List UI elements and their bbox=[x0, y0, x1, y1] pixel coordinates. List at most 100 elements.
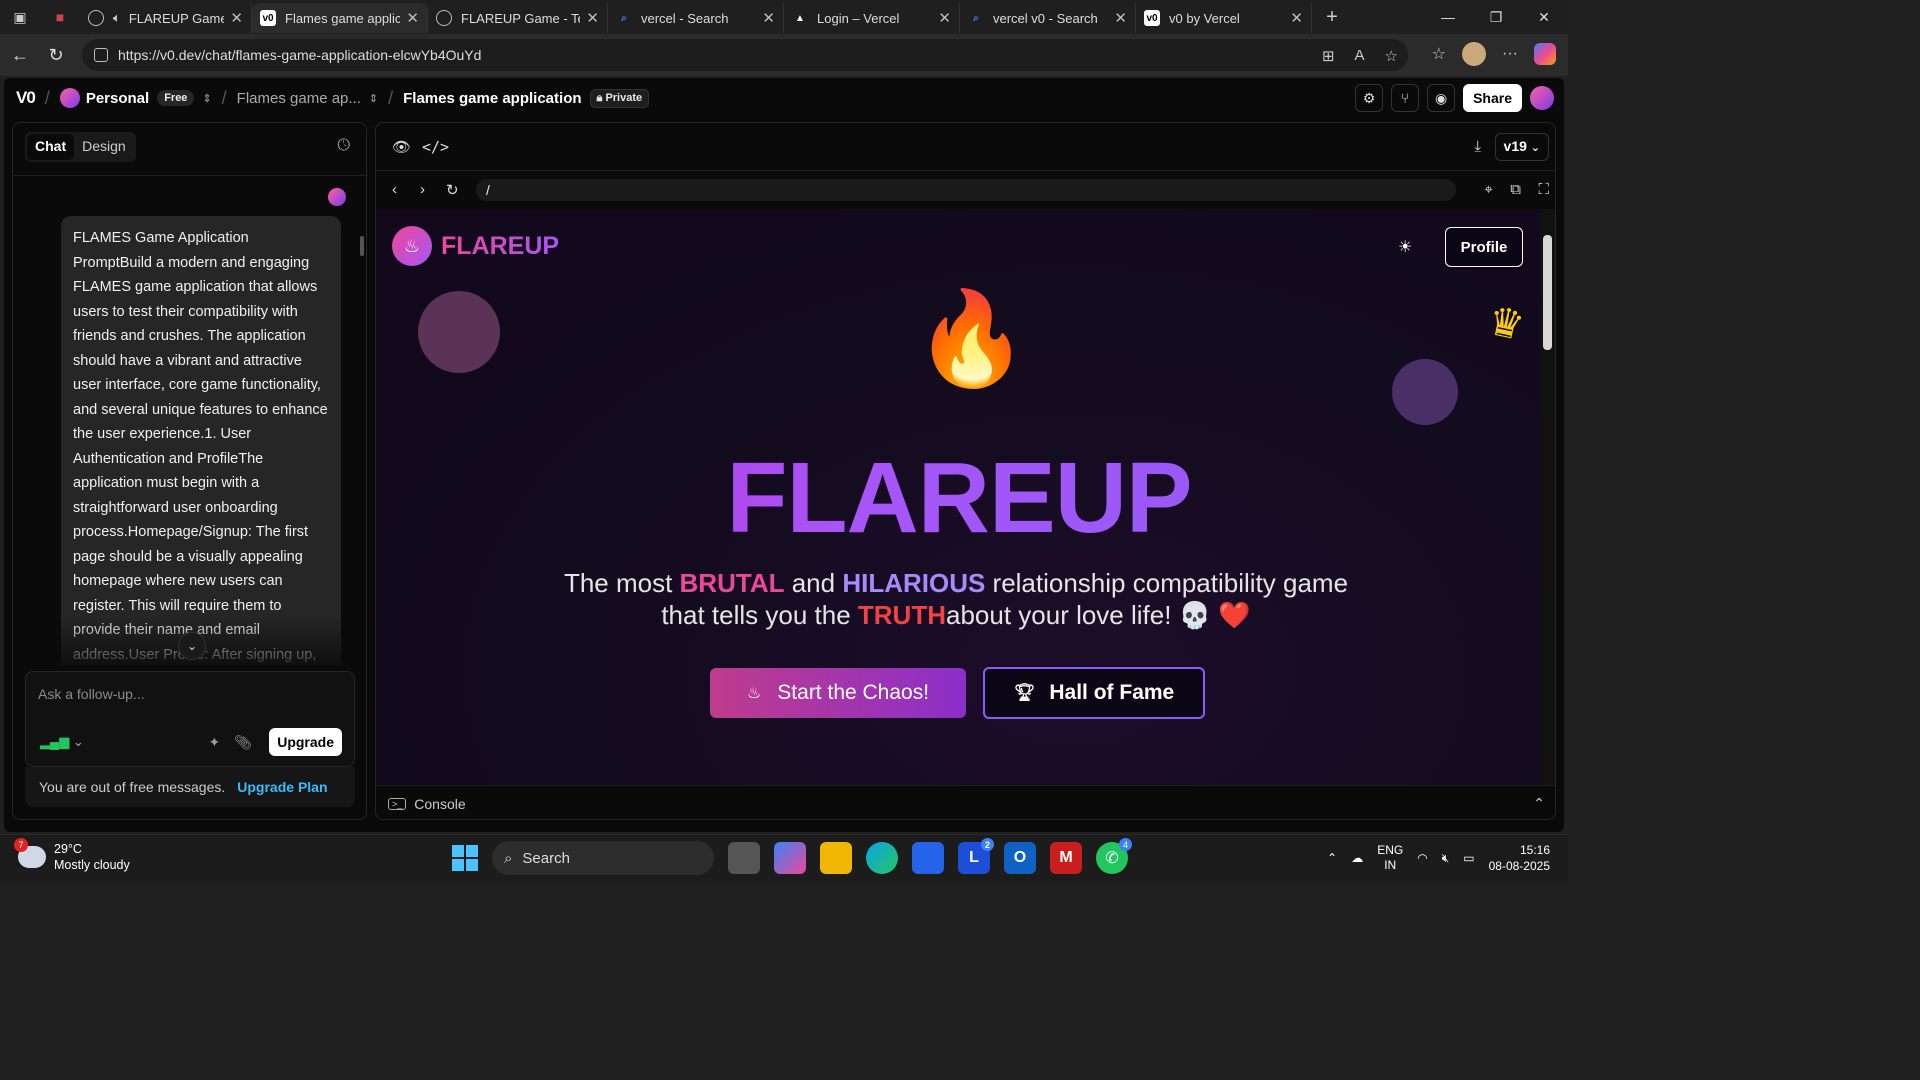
taskbar-search[interactable]: ⌕ Search bbox=[492, 841, 714, 875]
clock[interactable]: 15:16 08-08-2025 bbox=[1489, 842, 1550, 874]
minimize-icon[interactable]: — bbox=[1424, 0, 1472, 34]
scrollbar-thumb[interactable] bbox=[360, 236, 364, 256]
history-clock-icon[interactable]: 🕓︎ bbox=[337, 137, 350, 155]
chevron-up-icon[interactable]: ⌃ bbox=[1327, 851, 1337, 865]
share-button[interactable]: Share bbox=[1463, 84, 1522, 112]
more-menu-icon[interactable]: ··· bbox=[1502, 45, 1518, 63]
chat-title[interactable]: Flames game application bbox=[403, 90, 581, 107]
settings-gear-icon[interactable]: ⚙ bbox=[1355, 84, 1384, 112]
chat-messages[interactable]: FLAMES Game Application PromptBuild a mo… bbox=[13, 175, 368, 665]
preview-path-input[interactable]: / bbox=[476, 179, 1456, 201]
profile-avatar[interactable] bbox=[1462, 42, 1487, 66]
scrollbar-thumb[interactable] bbox=[1543, 235, 1552, 350]
version-selector[interactable]: v19 ⌄ bbox=[1494, 133, 1549, 161]
battery-icon[interactable]: ▭ bbox=[1463, 851, 1474, 865]
paperclip-icon[interactable]: 📎︎ bbox=[234, 734, 252, 751]
edge-browser-icon[interactable] bbox=[866, 842, 898, 874]
github-icon[interactable]: ◉ bbox=[1427, 84, 1456, 112]
mcafee-icon[interactable]: M bbox=[1050, 842, 1082, 874]
copilot-icon[interactable] bbox=[1534, 43, 1556, 65]
l-app-icon[interactable]: L2 bbox=[958, 838, 994, 874]
preview-reload-icon[interactable]: ↻ bbox=[446, 181, 459, 199]
close-window-icon[interactable]: ✕ bbox=[1520, 0, 1568, 34]
speaker-icon[interactable]: 🔈︎ bbox=[113, 10, 121, 26]
app-available-icon[interactable]: ⊞ bbox=[1322, 47, 1335, 65]
site-info-icon[interactable] bbox=[94, 48, 108, 62]
tab-design[interactable]: Design bbox=[74, 134, 134, 160]
back-icon[interactable]: ← bbox=[2, 45, 38, 66]
language-indicator[interactable]: ENG IN bbox=[1377, 843, 1403, 873]
windows-start-icon[interactable] bbox=[452, 845, 478, 871]
file-explorer-icon[interactable] bbox=[820, 842, 852, 874]
profile-button[interactable]: Profile bbox=[1445, 227, 1523, 267]
sparkle-icon[interactable]: ✦ bbox=[208, 734, 220, 751]
app-badge: 2 bbox=[981, 838, 994, 851]
browser-tab[interactable]: FLAREUP Game - Test ✕ bbox=[428, 3, 608, 33]
url-field[interactable]: https://v0.dev/chat/flames-game-applicat… bbox=[82, 39, 1408, 71]
console-bar[interactable]: >_ Console ⌃ bbox=[376, 785, 1555, 819]
flareup-logo[interactable]: ♨ FLAREUP bbox=[392, 226, 559, 266]
refresh-icon[interactable]: ↻ bbox=[38, 45, 74, 66]
hall-of-fame-button[interactable]: 🏆︎ Hall of Fame bbox=[983, 667, 1205, 719]
model-selector-icon[interactable]: ▂▄▆ ⌄ bbox=[40, 734, 84, 750]
volume-muted-icon[interactable]: 🔇︎ bbox=[1442, 851, 1450, 866]
browser-tab[interactable]: ▲ Login – Vercel ✕ bbox=[784, 3, 960, 33]
chevron-updown-icon[interactable]: ⇕ bbox=[202, 92, 211, 105]
read-aloud-icon[interactable]: A bbox=[1355, 47, 1365, 65]
chevron-updown-icon[interactable]: ⇕ bbox=[369, 92, 378, 105]
preview-nav: ‹ › ↻ / ⌖ ⧉ ⛶ bbox=[376, 171, 1555, 209]
v0-logo[interactable]: V0 bbox=[16, 88, 36, 108]
eye-preview-icon[interactable]: 👁︎ bbox=[392, 138, 411, 156]
project-name[interactable]: Flames game ap... bbox=[237, 90, 361, 107]
close-tab-icon[interactable]: ✕ bbox=[762, 9, 775, 27]
whatsapp-icon[interactable]: ✆ 4 bbox=[1096, 838, 1132, 874]
browser-tab[interactable]: v0 v0 by Vercel ✕ bbox=[1136, 3, 1312, 33]
weather-widget[interactable]: 7 29°C Mostly cloudy bbox=[14, 838, 130, 873]
tagline-text: relationship compatibility game bbox=[985, 568, 1349, 598]
user-avatar[interactable] bbox=[1530, 86, 1554, 110]
restore-icon[interactable]: ❐ bbox=[1472, 0, 1520, 34]
browser-tab[interactable]: 🔈︎ FLAREUP Game ✕ bbox=[80, 3, 252, 33]
open-new-window-icon[interactable]: ⧉ bbox=[1510, 181, 1521, 198]
wifi-icon[interactable]: ◠ bbox=[1417, 851, 1427, 865]
copilot-app-icon[interactable] bbox=[774, 842, 806, 874]
upgrade-plan-link[interactable]: Upgrade Plan bbox=[237, 779, 327, 795]
input-placeholder: Ask a follow-up... bbox=[38, 686, 145, 702]
favorite-star-icon[interactable]: ☆ bbox=[1385, 47, 1398, 65]
download-icon[interactable]: ⤓ bbox=[1474, 138, 1481, 155]
new-tab-icon[interactable]: + bbox=[1312, 0, 1352, 34]
workspace-name[interactable]: Personal bbox=[86, 90, 149, 107]
start-chaos-button[interactable]: ♨ Start the Chaos! bbox=[710, 668, 966, 718]
task-view-icon[interactable] bbox=[728, 842, 760, 874]
onedrive-icon[interactable]: ☁ bbox=[1351, 851, 1363, 865]
url-actions: ⊞ A ☆ bbox=[1322, 47, 1398, 65]
preview-back-icon[interactable]: ‹ bbox=[392, 181, 397, 198]
store-icon[interactable] bbox=[912, 842, 944, 874]
browser-tab[interactable]: ⌕ vercel - Search ✕ bbox=[608, 3, 784, 33]
code-icon[interactable]: </> bbox=[422, 138, 449, 156]
tab-actions-icon[interactable]: ▣ bbox=[0, 0, 40, 34]
fork-icon[interactable]: ⑂ bbox=[1391, 84, 1420, 112]
theme-toggle-sun-icon[interactable]: ☀ bbox=[1398, 237, 1412, 257]
browser-tab[interactable]: ⌕ vercel v0 - Search ✕ bbox=[960, 3, 1136, 33]
chevron-up-icon[interactable]: ⌃ bbox=[1533, 795, 1545, 812]
outlook-icon[interactable]: O bbox=[1004, 842, 1036, 874]
close-tab-icon[interactable]: ✕ bbox=[1290, 9, 1303, 27]
follow-up-input[interactable]: Ask a follow-up... ▂▄▆ ⌄ ✦ 📎︎ Upgrade bbox=[25, 671, 355, 767]
pinned-tab-icon[interactable]: ■ bbox=[40, 0, 80, 34]
scroll-down-chevron-icon[interactable]: ⌄ bbox=[178, 632, 206, 660]
tab-chat[interactable]: Chat bbox=[27, 134, 75, 160]
preview-forward-icon[interactable]: › bbox=[420, 181, 425, 198]
close-tab-icon[interactable]: ✕ bbox=[1114, 9, 1127, 27]
close-tab-icon[interactable]: ✕ bbox=[586, 9, 599, 27]
browser-tab-active[interactable]: v0 Flames game applicat ✕ bbox=[252, 3, 428, 33]
fullscreen-icon[interactable]: ⛶ bbox=[1538, 181, 1549, 198]
chat-scrollbar[interactable] bbox=[360, 236, 364, 665]
close-tab-icon[interactable]: ✕ bbox=[938, 9, 951, 27]
select-element-icon[interactable]: ⌖ bbox=[1485, 181, 1493, 198]
favorites-icon[interactable]: ☆ bbox=[1432, 44, 1446, 64]
preview-scrollbar[interactable] bbox=[1540, 209, 1555, 785]
close-tab-icon[interactable]: ✕ bbox=[406, 9, 419, 27]
close-tab-icon[interactable]: ✕ bbox=[230, 9, 243, 27]
upgrade-button[interactable]: Upgrade bbox=[269, 728, 342, 756]
